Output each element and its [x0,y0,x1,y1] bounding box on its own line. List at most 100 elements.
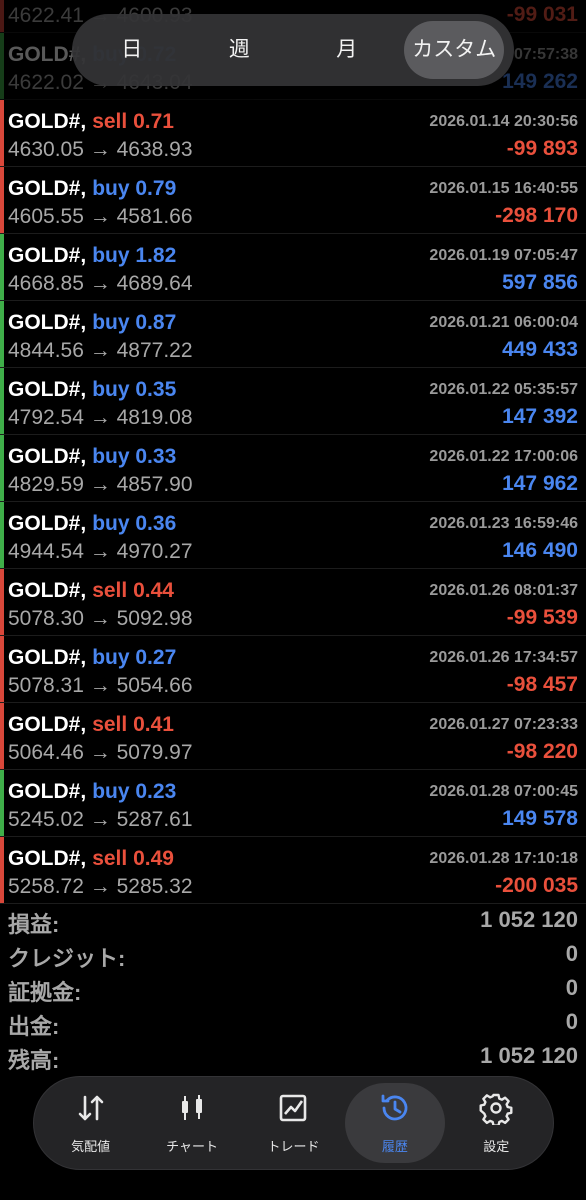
close-price: 4877.22 [116,339,193,362]
trade-side: sell 0.71 [92,110,174,133]
trade-profit: -98 457 [506,673,578,696]
nav-item[interactable]: 履歴 [344,1083,445,1163]
trade-profit: -99 031 [506,3,578,26]
trade-prices: 5078.30 → 5092.98 [8,607,193,631]
open-price: 4622.41 [8,4,84,27]
trade-row[interactable]: GOLD#, buy 0.35 2026.01.22 05:35:57 4792.… [0,368,586,435]
trade-row[interactable]: GOLD#, buy 0.36 2026.01.23 16:59:46 4944.… [0,502,586,569]
trade-row[interactable]: GOLD#, sell 0.44 2026.01.26 08:01:37 5078… [0,569,586,636]
open-price: 5078.30 [8,607,84,630]
close-price: 4970.27 [116,540,193,563]
trade-time: 07:57:38 [513,46,578,63]
trade-profit: -298 170 [495,204,578,227]
open-price: 4829.59 [8,473,84,496]
trade-row[interactable]: GOLD#, sell 0.41 2026.01.27 07:23:33 5064… [0,703,586,770]
summary-row: 出金: 0 [0,1005,586,1039]
trade-row[interactable]: GOLD#, buy 0.33 2026.01.22 17:00:06 4829.… [0,435,586,502]
trade-row[interactable]: GOLD#, buy 1.82 2026.01.19 07:05:47 4668.… [0,234,586,301]
trade-title: GOLD#, buy 0.23 [8,780,176,804]
close-price: 4638.93 [116,138,193,161]
trade-time: 2026.01.19 07:05:47 [429,247,578,264]
account-summary: 損益: 1 052 120 クレジット: 0 証拠金: 0 出金: 0 残高: 1 05… [0,903,586,1073]
summary-value: 0 [565,941,578,966]
trade-symbol: GOLD#, [8,579,87,602]
trade-title: GOLD#, sell 0.41 [8,713,174,737]
trade-symbol: GOLD#, [8,177,87,200]
trade-symbol: GOLD#, [8,512,87,535]
arrow-icon: → [89,473,111,496]
open-price: 4668.85 [8,272,84,295]
close-price: 5079.97 [116,741,193,764]
nav-item-label: チャート [166,1139,219,1154]
arrow-icon: → [89,607,111,630]
arrow-icon: → [89,741,111,764]
trade-symbol: GOLD#, [8,646,87,669]
open-price: 4844.56 [8,339,84,362]
trade-prices: 4844.56 → 4877.22 [8,339,193,363]
trade-time: 2026.01.15 16:40:55 [429,180,578,197]
chart-icon [175,1091,209,1130]
nav-item[interactable]: 気配値 [41,1083,141,1163]
trade-profit: -99 893 [506,137,578,160]
period-tab[interactable]: カスタム [404,21,505,79]
trade-side: sell 0.41 [92,713,174,736]
trade-side: buy 0.87 [92,311,177,334]
nav-item[interactable]: 設定 [446,1083,546,1163]
result-indicator-bar [0,837,4,903]
close-price: 4819.08 [116,406,193,429]
trade-row[interactable]: GOLD#, sell 0.49 2026.01.28 17:10:18 5258… [0,837,586,904]
summary-value: 0 [565,1009,578,1034]
trade-profit: 597 856 [502,271,578,294]
trade-title: GOLD#, sell 0.71 [8,110,174,134]
trade-time: 2026.01.28 17:10:18 [429,850,578,867]
trade-time: 2026.01.22 17:00:06 [429,448,578,465]
trade-symbol: GOLD#, [8,110,87,133]
trade-row[interactable]: GOLD#, buy 0.23 2026.01.28 07:00:45 5245.… [0,770,586,837]
nav-item-label: 気配値 [71,1139,111,1154]
trade-symbol: GOLD#, [8,780,87,803]
open-price: 4630.05 [8,138,84,161]
result-indicator-bar [0,33,4,99]
nav-item[interactable]: トレード [243,1083,343,1163]
nav-item-label: 履歴 [381,1139,408,1154]
trade-title: GOLD#, sell 0.44 [8,579,174,603]
trade-row[interactable]: GOLD#, buy 0.27 2026.01.26 17:34:57 5078.… [0,636,586,703]
trade-prices: 4668.85 → 4689.64 [8,272,193,296]
trade-title: GOLD#, buy 0.33 [8,445,176,469]
nav-item-label: トレード [267,1139,320,1154]
open-price: 4622.02 [8,71,84,94]
summary-row: 損益: 1 052 120 [0,903,586,937]
close-price: 4689.64 [116,272,193,295]
summary-row: 残高: 1 052 120 [0,1039,586,1073]
open-price: 4792.54 [8,406,84,429]
trade-title: GOLD#, buy 0.79 [8,177,176,201]
trade-time: 2026.01.21 06:00:04 [429,314,578,331]
trade-symbol: GOLD#, [8,445,87,468]
open-price: 5078.31 [8,674,84,697]
result-indicator-bar [0,167,4,233]
quotes-icon [74,1091,108,1130]
result-indicator-bar [0,703,4,769]
trade-symbol: GOLD#, [8,713,87,736]
trade-time: 2026.01.28 07:00:45 [429,783,578,800]
period-tab[interactable]: 月 [297,21,397,79]
trade-time: 2026.01.22 05:35:57 [429,381,578,398]
nav-item[interactable]: チャート [142,1083,242,1163]
summary-label: 損益: [8,912,60,937]
period-tab[interactable]: 日 [82,21,182,79]
trade-profit: 147 962 [502,472,578,495]
trade-row[interactable]: GOLD#, sell 0.71 2026.01.14 20:30:56 4630… [0,100,586,167]
open-price: 4605.55 [8,205,84,228]
summary-label: 残高: [8,1048,60,1073]
trade-symbol: GOLD#, [8,244,87,267]
trade-prices: 4792.54 → 4819.08 [8,406,193,430]
trade-profit: -98 220 [506,740,578,763]
trade-title: GOLD#, buy 0.87 [8,311,176,335]
trade-profit: -99 539 [506,606,578,629]
trade-row[interactable]: GOLD#, buy 0.79 2026.01.15 16:40:55 4605.… [0,167,586,234]
summary-value: 0 [565,975,578,1000]
trade-side: buy 1.82 [92,244,177,267]
period-tab[interactable]: 週 [189,21,289,79]
trade-row[interactable]: GOLD#, buy 0.87 2026.01.21 06:00:04 4844.… [0,301,586,368]
trade-side: buy 0.35 [92,378,177,401]
